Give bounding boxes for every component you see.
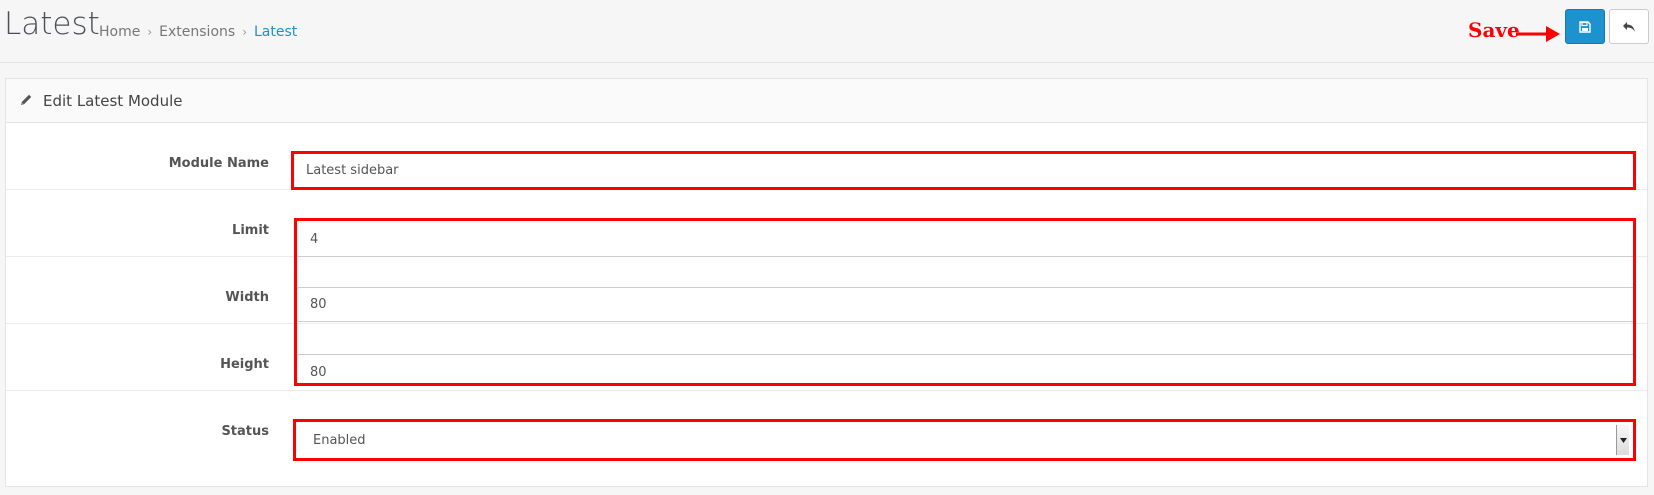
save-button[interactable] (1565, 9, 1605, 44)
reply-arrow-icon (1623, 21, 1635, 32)
breadcrumb-home[interactable]: Home (99, 24, 140, 40)
chevron-down-icon[interactable] (1616, 425, 1629, 455)
panel-title: Edit Latest Module (43, 92, 183, 110)
width-label: Width (225, 290, 269, 305)
page-header: Latest Home › Extensions › Latest Save (0, 0, 1654, 63)
height-label: Height (220, 357, 269, 372)
pencil-icon (21, 94, 32, 105)
height-input[interactable]: 80 (297, 354, 1634, 389)
back-button[interactable] (1609, 9, 1649, 44)
limit-input[interactable]: 4 (297, 223, 1634, 257)
save-annotation-label: Save (1468, 18, 1520, 42)
edit-module-panel: Edit Latest Module Module Name Limit Wid… (5, 78, 1648, 487)
breadcrumb: Home › Extensions › Latest (99, 24, 297, 40)
status-select[interactable]: Enabled (296, 422, 1635, 458)
panel-heading: Edit Latest Module (6, 79, 1647, 123)
floppy-disk-icon (1579, 20, 1591, 33)
breadcrumb-separator: › (147, 25, 153, 39)
status-label: Status (221, 424, 269, 439)
module-name-input[interactable]: Latest sidebar (293, 153, 1634, 187)
status-selected-value: Enabled (313, 432, 366, 448)
breadcrumb-extensions[interactable]: Extensions (159, 24, 235, 40)
page-title: Latest (4, 6, 100, 42)
annotation-arrow-icon (1516, 26, 1560, 42)
breadcrumb-latest[interactable]: Latest (254, 24, 297, 40)
module-name-label: Module Name (168, 156, 269, 171)
limit-label: Limit (232, 223, 269, 238)
breadcrumb-separator: › (242, 25, 247, 39)
width-input[interactable]: 80 (297, 287, 1634, 322)
